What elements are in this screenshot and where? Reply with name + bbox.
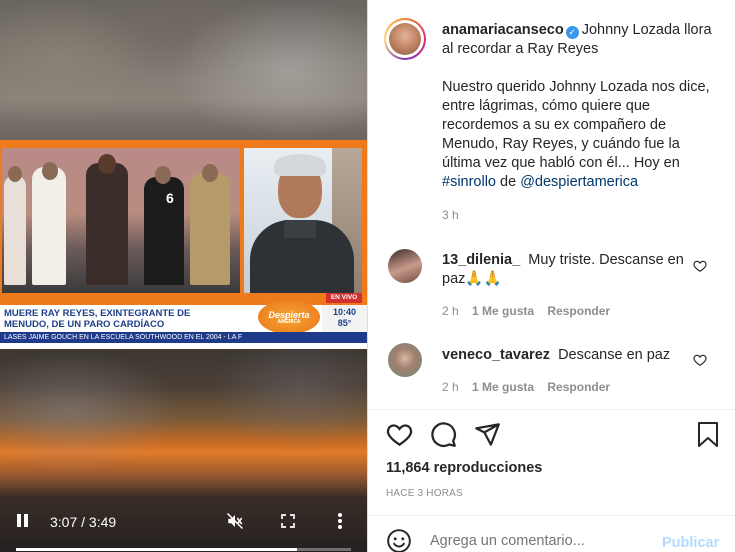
verified-badge-icon: ✓ bbox=[565, 26, 579, 39]
comment-likes[interactable]: 1 Me gusta bbox=[472, 304, 534, 318]
divider bbox=[368, 409, 735, 410]
headline-line-1: MUERE RAY REYES, EXINTEGRANTE DE bbox=[4, 308, 191, 319]
comment-likes[interactable]: 1 Me gusta bbox=[472, 380, 534, 394]
reply-button[interactable]: Responder bbox=[547, 380, 610, 394]
author-avatar[interactable] bbox=[384, 18, 426, 60]
despierta-america-logo: Despierta AMÉRICA bbox=[258, 300, 320, 334]
emoji-icon[interactable] bbox=[386, 528, 412, 552]
post-caption: anamariacanseco ✓ Johnny Lozada llora al r… bbox=[442, 21, 714, 192]
pause-icon[interactable] bbox=[16, 514, 30, 528]
comment-avatar[interactable] bbox=[388, 249, 422, 283]
comment-text: Descanse en paz bbox=[558, 347, 671, 363]
more-vertical-icon[interactable] bbox=[336, 512, 344, 535]
comment-username[interactable]: 13_dilenia_ bbox=[442, 252, 520, 268]
comment-icon[interactable] bbox=[430, 421, 457, 448]
comment-2: veneco_tavarez Descanse en paz bbox=[442, 346, 692, 365]
comment-time: 2 h bbox=[442, 380, 459, 394]
video-time: 3:07 / 3:49 bbox=[50, 514, 117, 530]
comment-avatar[interactable] bbox=[388, 343, 422, 377]
mention-link[interactable]: @despiertamerica bbox=[520, 174, 638, 190]
divider bbox=[368, 515, 735, 516]
comment-1: 13_dilenia_ Muy triste. Descanse en paz🙏… bbox=[442, 251, 692, 289]
view-count[interactable]: 11,864 reproducciones bbox=[386, 460, 542, 476]
clock-time: 10:40 bbox=[332, 307, 357, 317]
news-ticker: LASES JAIME GOUCH EN LA ESCUELA SOUTHWOO… bbox=[0, 332, 367, 343]
volume-muted-icon[interactable] bbox=[226, 512, 244, 535]
publish-button[interactable]: Publicar bbox=[662, 535, 719, 551]
video-progress-fill bbox=[16, 548, 298, 551]
news-headline: MUERE RAY REYES, EXINTEGRANTE DE MENUDO,… bbox=[4, 308, 254, 330]
jersey-number: 6 bbox=[166, 190, 174, 206]
video-player[interactable]: 6 EN VIVO MUERE RAY REYES, EXINTEGRANTE … bbox=[0, 0, 367, 552]
post-date: HACE 3 HORAS bbox=[386, 488, 463, 499]
logo-subtext: AMÉRICA bbox=[277, 319, 301, 325]
caption-body: Nuestro querido Johnny Lozada nos dice, … bbox=[442, 79, 710, 171]
comment-time: 2 h bbox=[442, 304, 459, 318]
concert-stage-image: 6 bbox=[2, 148, 240, 293]
interview-image bbox=[244, 148, 362, 293]
comment-input[interactable] bbox=[430, 533, 640, 549]
clock-temp: 85° bbox=[337, 318, 352, 328]
share-icon[interactable] bbox=[474, 421, 501, 448]
heart-icon[interactable] bbox=[386, 421, 413, 448]
caption-de: de bbox=[500, 174, 517, 190]
video-blur-background-top bbox=[0, 0, 367, 140]
post-time: 3 h bbox=[442, 208, 459, 222]
heart-outline-icon[interactable] bbox=[693, 353, 707, 367]
author-username[interactable]: anamariacanseco bbox=[442, 22, 564, 38]
news-lower-third: EN VIVO MUERE RAY REYES, EXINTEGRANTE DE… bbox=[0, 293, 367, 349]
comment-username[interactable]: veneco_tavarez bbox=[442, 347, 550, 363]
clock-weather: 10:40 85° bbox=[322, 305, 367, 332]
video-progress-bar[interactable] bbox=[16, 548, 351, 551]
headline-line-2: MENUDO, DE UN PARO CARDÍACO bbox=[4, 319, 165, 330]
reply-button[interactable]: Responder bbox=[547, 304, 610, 318]
fullscreen-icon[interactable] bbox=[280, 513, 296, 534]
heart-outline-icon[interactable] bbox=[693, 259, 707, 273]
video-frame: 6 EN VIVO MUERE RAY REYES, EXINTEGRANTE … bbox=[0, 140, 367, 349]
live-badge: EN VIVO bbox=[326, 293, 362, 303]
post-panel: anamariacanseco ✓ Johnny Lozada llora al r… bbox=[367, 0, 735, 552]
video-controls: 3:07 / 3:49 bbox=[0, 504, 367, 552]
comment-emoji: 🙏🙏 bbox=[465, 271, 502, 287]
comment-meta: 2 h 1 Me gusta Responder bbox=[442, 380, 610, 394]
comment-meta: 2 h 1 Me gusta Responder bbox=[442, 304, 610, 318]
hashtag-link[interactable]: #sinrollo bbox=[442, 174, 496, 190]
bookmark-icon[interactable] bbox=[696, 421, 720, 448]
